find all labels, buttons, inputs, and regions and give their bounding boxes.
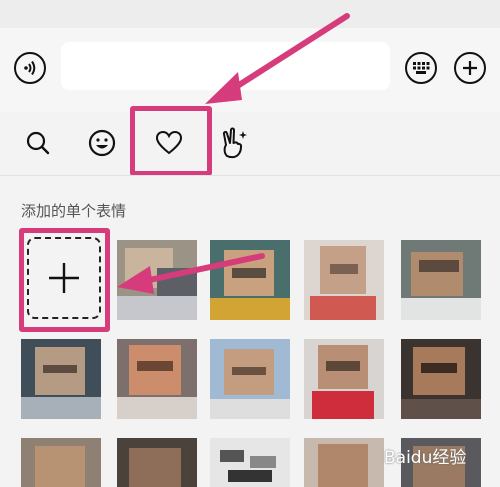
sticker-thumbnail[interactable] xyxy=(210,240,290,320)
input-bar xyxy=(0,28,500,112)
section-title: 添加的单个表情 xyxy=(21,202,127,220)
sticker-thumbnail[interactable] xyxy=(117,438,197,487)
voice-icon xyxy=(24,60,36,76)
tab-stickers[interactable] xyxy=(212,121,256,165)
keyboard-icon xyxy=(413,62,430,74)
keyboard-button[interactable] xyxy=(405,52,437,84)
sticker-thumbnail[interactable] xyxy=(210,438,290,487)
sticker-thumbnail[interactable] xyxy=(304,339,384,419)
sticker-thumbnail[interactable] xyxy=(117,240,197,320)
more-button[interactable] xyxy=(454,52,486,84)
divider xyxy=(0,175,500,176)
emoji-tab-bar xyxy=(0,112,500,174)
highlight-box-favorites-tab xyxy=(130,106,212,176)
sticker-thumbnail[interactable] xyxy=(210,339,290,419)
search-icon xyxy=(26,131,50,155)
message-input[interactable] xyxy=(61,42,390,90)
sticker-thumbnail[interactable] xyxy=(401,339,481,419)
sticker-thumbnail[interactable] xyxy=(304,240,384,320)
voice-button[interactable] xyxy=(14,52,46,84)
sticker-thumbnail[interactable] xyxy=(21,339,101,419)
sticker-thumbnail[interactable] xyxy=(117,339,197,419)
sticker-thumbnail[interactable] xyxy=(401,240,481,320)
watermark: Baidu经验 xyxy=(384,448,467,468)
highlight-box-add-button xyxy=(19,228,110,332)
top-strip xyxy=(0,0,500,28)
sticker-thumbnail[interactable] xyxy=(304,438,384,487)
tab-emoji[interactable] xyxy=(80,121,124,165)
smiley-icon xyxy=(88,129,116,157)
plus-icon xyxy=(463,61,477,75)
victory-hand-icon xyxy=(222,127,247,159)
sticker-thumbnail[interactable] xyxy=(21,438,101,487)
tab-search[interactable] xyxy=(16,121,60,165)
